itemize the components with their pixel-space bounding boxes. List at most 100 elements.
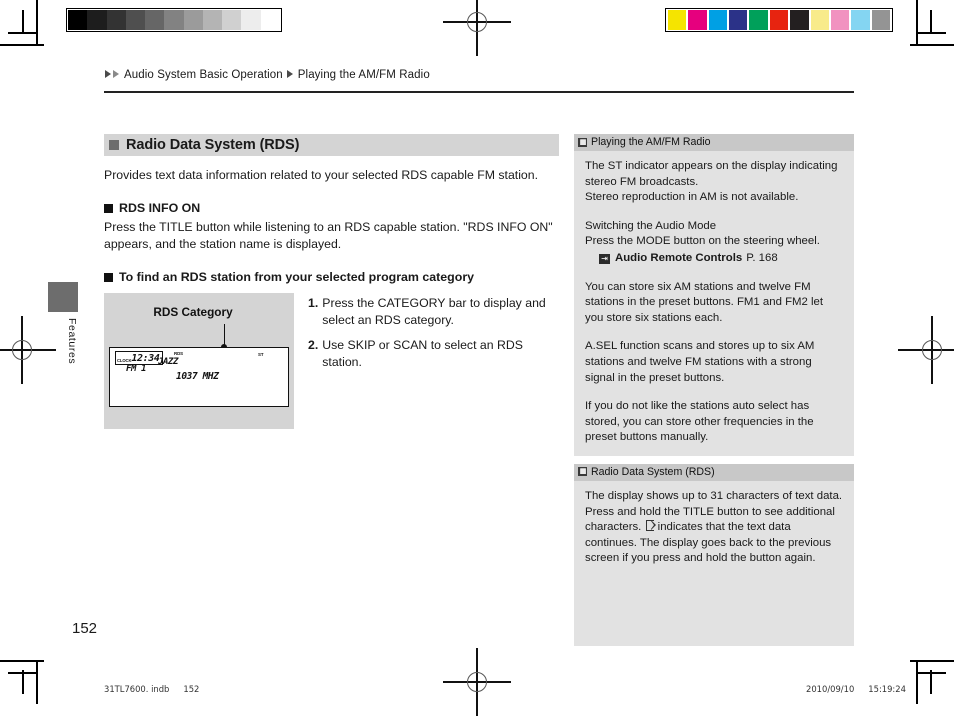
gray-swatch-9 xyxy=(241,10,261,30)
color-swatch-5 xyxy=(769,10,789,30)
step-item: 2. Use SKIP or SCAN to select an RDS sta… xyxy=(308,337,559,371)
note-body: The display shows up to 31 characters of… xyxy=(574,480,854,646)
gray-swatch-8 xyxy=(222,10,242,30)
lcd-clock-box: CLOCK 12:34 xyxy=(115,351,163,365)
crop-mark-top-right-h2 xyxy=(918,32,946,34)
gray-swatch-0 xyxy=(68,10,88,30)
breadcrumb-arrow-icon xyxy=(105,70,111,78)
lcd-frequency-value: 1037 MHZ xyxy=(176,371,219,382)
grayscale-calibration-strip xyxy=(66,8,282,32)
gray-swatch-10 xyxy=(260,10,280,30)
gray-swatch-4 xyxy=(145,10,165,30)
crop-mark-bottom-left-h2 xyxy=(8,672,36,674)
cross-reference-link[interactable]: ⇥ Audio Remote Controls P. 168 xyxy=(599,251,844,267)
radio-display-illustration: RDS Category CLOCK 12:34 FM 1 RDS ST JAZ… xyxy=(104,293,294,429)
callout-leader-line xyxy=(224,324,226,346)
continuation-arrow-icon xyxy=(645,519,656,532)
crop-mark-top-right-v xyxy=(916,0,918,44)
page-title: Radio Data System (RDS) xyxy=(126,137,300,153)
crop-mark-bottom-left-v xyxy=(36,660,38,704)
step-list: 1. Press the CATEGORY bar to display and… xyxy=(308,293,559,429)
cross-reference-page: P. 168 xyxy=(746,251,778,264)
lcd-clock-value: 12:34 xyxy=(131,353,160,364)
gray-swatch-3 xyxy=(125,10,146,30)
footer-page-number: 152 xyxy=(183,684,200,694)
lcd-category-value: JAZZ xyxy=(158,357,179,367)
color-swatch-4 xyxy=(749,10,768,30)
step-number: 2. xyxy=(308,338,319,352)
step-text: Use SKIP or SCAN to select an RDS statio… xyxy=(322,338,523,369)
breadcrumb-arrow-icon-3 xyxy=(286,70,293,78)
breadcrumb-divider xyxy=(104,91,854,93)
cross-reference-label: Audio Remote Controls xyxy=(615,251,743,264)
note-paragraph: You can store six AM stations and twelve… xyxy=(585,280,824,324)
illustration-caption: RDS Category xyxy=(153,305,233,319)
color-swatch-9 xyxy=(851,10,870,30)
note-line-3-pre: characters. xyxy=(585,521,645,534)
radio-lcd-screen: CLOCK 12:34 FM 1 RDS ST JAZZ 1037 MHZ xyxy=(109,347,289,407)
footer-date: 2010/09/10 xyxy=(806,684,855,694)
subsection-header-1: RDS INFO ON xyxy=(104,201,559,215)
note-title-text: Playing the AM/FM Radio xyxy=(591,136,711,148)
lcd-rds-indicator: RDS xyxy=(174,351,183,356)
crop-mark-top-left-h2 xyxy=(8,32,36,34)
color-swatch-6 xyxy=(790,10,809,30)
section-header: Radio Data System (RDS) xyxy=(104,134,559,156)
color-swatch-2 xyxy=(708,10,728,30)
lcd-clock-label: CLOCK xyxy=(117,357,132,363)
note-header: ▦ Playing the AM/FM Radio xyxy=(574,134,854,151)
color-swatch-7 xyxy=(810,10,829,30)
crop-mark-bottom-right-v2 xyxy=(930,670,932,694)
color-swatch-8 xyxy=(830,10,850,30)
color-swatch-3 xyxy=(729,10,748,30)
breadcrumb-level-2[interactable]: Playing the AM/FM Radio xyxy=(298,69,430,81)
note-icon: ▦ xyxy=(578,467,587,477)
note-line-1: The display shows up to 31 characters of… xyxy=(585,489,843,502)
section-tab-label: Features xyxy=(66,318,78,365)
subsection-title-2: To find an RDS station from your selecte… xyxy=(119,270,475,284)
step-number: 1. xyxy=(308,296,319,310)
subsection-bullet-icon xyxy=(104,203,113,213)
registration-mark-bottom xyxy=(443,648,511,716)
page-link-icon: ⇥ xyxy=(599,253,610,264)
note-block-playing-radio: ▦ Playing the AM/FM Radio The ST indicat… xyxy=(574,134,854,456)
crop-mark-bottom-right-h xyxy=(910,660,954,662)
lcd-band-value: FM 1 xyxy=(126,364,147,374)
subsection-body-1: Press the TITLE button while listening t… xyxy=(104,220,553,251)
gray-swatch-5 xyxy=(164,10,184,30)
lcd-stereo-indicator: ST xyxy=(258,352,264,357)
note-paragraph: A.SEL function scans and stores up to si… xyxy=(585,340,815,384)
crop-mark-top-left-v2 xyxy=(22,10,24,34)
section-intro-text: Provides text data information related t… xyxy=(104,168,539,182)
gray-swatch-2 xyxy=(106,10,126,30)
note-line-2: Press and hold the TITLE button to see a… xyxy=(585,505,835,518)
note-spacer xyxy=(585,267,844,280)
subsection-bullet-icon-2 xyxy=(104,272,113,282)
subsection-header-2: To find an RDS station from your selecte… xyxy=(104,270,559,284)
footer-time: 15:19:24 xyxy=(868,684,906,694)
registration-mark-top xyxy=(443,0,511,56)
note-block-rds: ▦ Radio Data System (RDS) The display sh… xyxy=(574,463,854,646)
crop-mark-top-left-h xyxy=(0,44,44,46)
note-paragraph-rds: The display shows up to 31 characters of… xyxy=(585,489,844,567)
note-body: The ST indicator appears on the display … xyxy=(574,151,854,456)
registration-mark-left xyxy=(0,316,56,384)
crop-mark-bottom-left-v2 xyxy=(22,670,24,694)
crop-mark-bottom-right-h2 xyxy=(918,672,946,674)
breadcrumb-level-1[interactable]: Audio System Basic Operation xyxy=(124,69,283,81)
note-paragraph: If you do not like the stations auto sel… xyxy=(585,400,814,444)
breadcrumb: Audio System Basic Operation Playing the … xyxy=(104,69,433,81)
page-number: 152 xyxy=(72,620,98,637)
gray-swatch-1 xyxy=(87,10,107,30)
step-text: Press the CATEGORY bar to display and se… xyxy=(322,296,546,327)
note-header: ▦ Radio Data System (RDS) xyxy=(574,463,854,481)
section-bullet-icon xyxy=(109,140,119,150)
registration-mark-right xyxy=(898,316,954,384)
footer-right: 2010/09/10 15:19:24 xyxy=(806,684,906,694)
crop-mark-bottom-left-h xyxy=(0,660,44,662)
color-swatch-1 xyxy=(688,10,707,30)
note-paragraph: Switching the Audio Mode Press the MODE … xyxy=(585,219,820,248)
step-item: 1. Press the CATEGORY bar to display and… xyxy=(308,295,559,329)
note-icon: ▦ xyxy=(578,137,587,147)
crop-mark-bottom-right-v xyxy=(916,660,918,704)
